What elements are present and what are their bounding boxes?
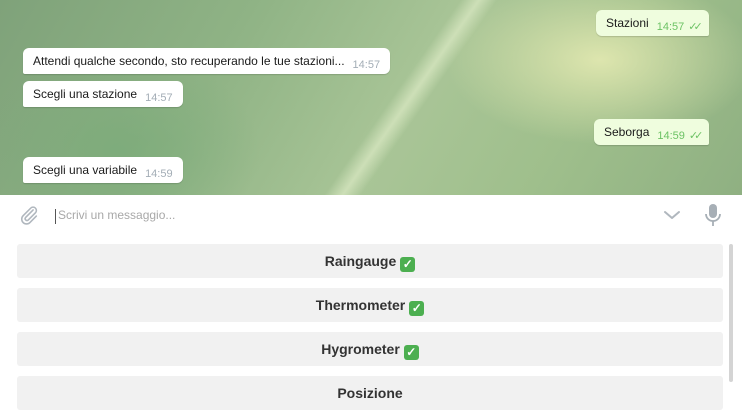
- message-time: 14:59: [145, 168, 173, 180]
- message-incoming[interactable]: Scegli una variabile 14:59: [23, 157, 183, 183]
- check-icon: ✓: [400, 257, 416, 272]
- read-ticks-icon: ✓✓: [688, 21, 703, 33]
- keyboard-button-label: Posizione: [337, 385, 403, 401]
- check-icon: ✓: [403, 345, 419, 360]
- message-text: Stazioni: [606, 16, 649, 30]
- chat-area: Stazioni 14:57 ✓✓ Attendi qualche secondo,…: [0, 0, 742, 195]
- paperclip-icon[interactable]: [18, 204, 40, 226]
- message-time: 14:59: [657, 130, 685, 142]
- keyboard-button-thermometer[interactable]: Thermometer ✓: [17, 288, 723, 322]
- microphone-icon[interactable]: [704, 203, 722, 227]
- message-time: 14:57: [145, 92, 173, 104]
- message-outgoing[interactable]: Seborga 14:59 ✓✓: [594, 119, 710, 145]
- read-ticks-icon: ✓✓: [688, 130, 704, 142]
- message-input-bar: Scrivi un messaggio...: [0, 195, 742, 237]
- message-time: 14:57: [352, 59, 381, 71]
- keyboard-button-label: Raingauge: [324, 253, 397, 269]
- text-caret: [55, 209, 56, 224]
- keyboard-button-label: Thermometer: [315, 297, 406, 313]
- chevron-down-icon[interactable]: [662, 207, 682, 223]
- message-text: Seborga: [604, 125, 650, 139]
- keyboard-button-raingauge[interactable]: Raingauge ✓: [17, 244, 723, 278]
- keyboard-button-label: Hygrometer: [321, 341, 400, 357]
- message-incoming[interactable]: Scegli una stazione 14:57: [23, 81, 183, 107]
- keyboard-button-posizione[interactable]: Posizione: [17, 376, 723, 410]
- message-text: Scegli una variabile: [33, 163, 138, 177]
- message-input[interactable]: Scrivi un messaggio...: [58, 208, 175, 222]
- message-text: Attendi qualche secondo, sto recuperando…: [33, 54, 345, 68]
- check-icon: ✓: [409, 301, 425, 316]
- keyboard-button-hygrometer[interactable]: Hygrometer ✓: [17, 332, 723, 366]
- reply-keyboard: Raingauge ✓ Thermometer ✓ Hygrometer ✓ Posi…: [0, 237, 742, 410]
- message-text: Scegli una stazione: [33, 87, 138, 101]
- message-incoming[interactable]: Attendi qualche secondo, sto recuperando…: [23, 48, 391, 74]
- message-time: 14:57: [656, 21, 685, 33]
- message-outgoing[interactable]: Stazioni 14:57 ✓✓: [596, 10, 709, 36]
- keyboard-scrollbar[interactable]: [729, 244, 733, 382]
